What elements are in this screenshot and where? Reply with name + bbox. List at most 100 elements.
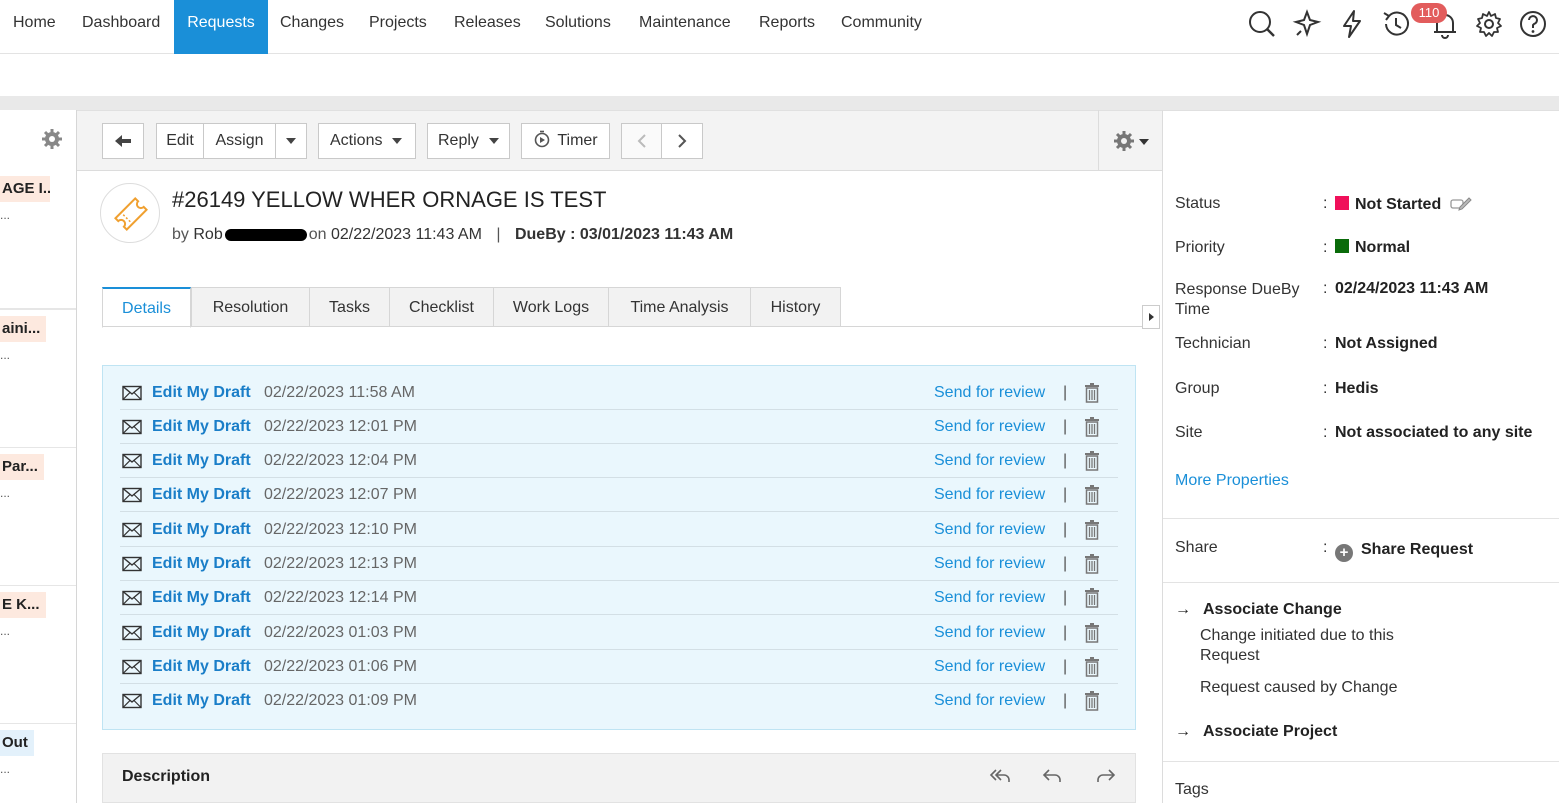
nav-projects[interactable]: Projects [361,0,435,54]
send-for-review-link[interactable]: Send for review [934,692,1045,710]
associate-project-link[interactable]: → Associate Project [1175,723,1337,741]
meta-divider: | [496,226,501,243]
reply-icon[interactable] [1041,766,1063,784]
gear-icon[interactable] [41,128,63,150]
timer-button[interactable]: Timer [521,123,610,159]
gear-icon[interactable] [1473,8,1505,40]
edit-draft-link[interactable]: Edit My Draft [152,658,251,676]
draft-row: Edit My Draft 02/22/2023 12:10 PM Send for… [120,513,1118,547]
priority-value[interactable]: Normal [1335,239,1410,257]
nav-requests[interactable]: Requests [174,0,268,54]
caused-by-change-option[interactable]: Request caused by Change [1200,678,1397,698]
edit-draft-link[interactable]: Edit My Draft [152,692,251,710]
more-properties-link[interactable]: More Properties [1175,472,1289,490]
tab-work-logs[interactable]: Work Logs [493,287,609,327]
status-text: Not Started [1355,196,1442,213]
nav-community[interactable]: Community [833,0,930,54]
separator: | [1063,521,1068,538]
send-for-review-link[interactable]: Send for review [934,384,1045,402]
send-for-review-link[interactable]: Send for review [934,658,1045,676]
list-item[interactable]: Out ... [0,724,76,803]
edit-status-icon[interactable] [1450,195,1472,211]
send-for-review-link[interactable]: Send for review [934,418,1045,436]
reply-all-icon[interactable] [989,766,1011,784]
list-item[interactable]: Par... ... [0,448,76,586]
help-icon[interactable] [1517,8,1549,40]
request-list-panel: AGE I... ... aini... ... Par... ... E K.… [0,110,77,803]
separator: | [1063,555,1068,572]
previous-button[interactable] [621,123,662,159]
magic-icon[interactable] [1291,8,1323,40]
site-value[interactable]: Not associated to any site [1335,424,1532,442]
technician-label: Technician [1175,335,1251,352]
edit-button[interactable]: Edit [156,123,204,159]
tab-time-analysis[interactable]: Time Analysis [608,287,751,327]
trash-icon[interactable] [1084,554,1100,574]
change-initiated-option[interactable]: Change initiated due to this Request [1200,626,1394,666]
trash-icon[interactable] [1084,417,1100,437]
send-for-review-link[interactable]: Send for review [934,521,1045,539]
requester-name[interactable]: Rob [193,226,222,243]
edit-draft-link[interactable]: Edit My Draft [152,521,251,539]
share-request-button[interactable]: + Share Request [1335,541,1473,562]
edit-draft-link[interactable]: Edit My Draft [152,384,251,402]
edit-draft-link[interactable]: Edit My Draft [152,624,251,642]
nav-home[interactable]: Home [5,0,64,54]
tab-tasks[interactable]: Tasks [309,287,390,327]
draft-row: Edit My Draft 02/22/2023 01:06 PM Send for… [120,650,1118,684]
next-button[interactable] [661,123,703,159]
forward-icon[interactable] [1095,766,1117,784]
nav-reports[interactable]: Reports [751,0,823,54]
send-for-review-link[interactable]: Send for review [934,624,1045,642]
assign-dropdown-button[interactable] [275,123,307,159]
send-for-review-link[interactable]: Send for review [934,486,1045,504]
toolbar-settings-button[interactable] [1113,130,1153,154]
tab-checklist[interactable]: Checklist [389,287,494,327]
nav-dashboard[interactable]: Dashboard [74,0,168,54]
edit-draft-link[interactable]: Edit My Draft [152,452,251,470]
bolt-icon[interactable] [1336,8,1368,40]
assign-button[interactable]: Assign [203,123,276,159]
reply-button[interactable]: Reply [427,123,510,159]
edit-draft-link[interactable]: Edit My Draft [152,555,251,573]
collapse-panel-button[interactable] [1142,305,1160,329]
nav-solutions[interactable]: Solutions [537,0,619,54]
edit-draft-link[interactable]: Edit My Draft [152,589,251,607]
history-icon[interactable] [1380,8,1412,40]
group-value[interactable]: Hedis [1335,380,1379,398]
tab-resolution[interactable]: Resolution [191,287,310,327]
trash-icon[interactable] [1084,383,1100,403]
envelope-icon [122,487,142,503]
tab-history[interactable]: History [750,287,841,327]
edit-draft-link[interactable]: Edit My Draft [152,486,251,504]
trash-icon[interactable] [1084,485,1100,505]
trash-icon[interactable] [1084,588,1100,608]
draft-time: 02/22/2023 12:01 PM [264,418,418,435]
trash-icon[interactable] [1084,520,1100,540]
nav-releases[interactable]: Releases [446,0,529,54]
send-for-review-link[interactable]: Send for review [934,555,1045,573]
associate-change-link[interactable]: → Associate Change [1175,601,1342,619]
draft-time: 02/22/2023 12:14 PM [264,589,418,606]
nav-maintenance[interactable]: Maintenance [631,0,739,54]
trash-icon[interactable] [1084,623,1100,643]
trash-icon[interactable] [1084,451,1100,471]
list-item[interactable]: AGE I... ... [0,170,76,309]
trash-icon[interactable] [1084,657,1100,677]
tab-details[interactable]: Details [102,287,191,328]
back-button[interactable] [102,123,144,159]
send-for-review-link[interactable]: Send for review [934,452,1045,470]
nav-changes[interactable]: Changes [272,0,352,54]
trash-icon[interactable] [1084,691,1100,711]
list-item[interactable]: E K... ... [0,586,76,724]
description-title: Description [122,768,211,785]
actions-button[interactable]: Actions [318,123,416,159]
search-icon[interactable] [1246,8,1278,40]
edit-draft-link[interactable]: Edit My Draft [152,418,251,436]
envelope-icon [122,693,142,709]
technician-value[interactable]: Not Assigned [1335,335,1438,353]
send-for-review-link[interactable]: Send for review [934,589,1045,607]
timer-label: Timer [557,132,598,149]
status-value[interactable]: Not Started [1335,195,1472,214]
list-item[interactable]: aini... ... [0,309,76,448]
